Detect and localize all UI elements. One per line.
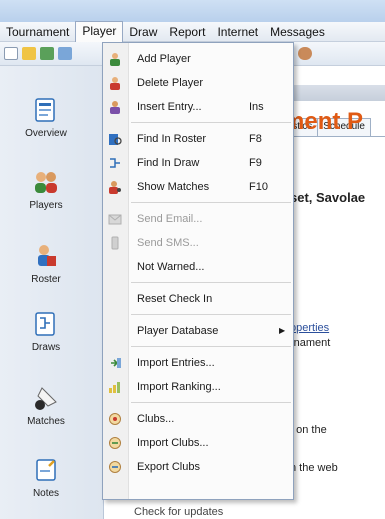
menu-draw[interactable]: Draw <box>123 22 163 42</box>
menu-item-label: Find In Draw <box>137 157 200 169</box>
menu-separator <box>131 346 291 347</box>
menu-item-label: Insert Entry... <box>137 101 202 113</box>
menu-item-clubs[interactable]: Clubs... <box>103 408 293 430</box>
menu-item-label: Import Clubs... <box>137 437 209 449</box>
menu-item-send-sms: Send SMS... <box>103 232 293 254</box>
new-document-icon[interactable] <box>4 47 18 60</box>
overview-icon <box>35 98 55 122</box>
menu-item-label: Send SMS... <box>137 237 199 249</box>
menu-item-label: Send Email... <box>137 213 203 225</box>
delete-player-icon <box>110 77 120 90</box>
menu-separator <box>131 122 291 123</box>
menu-item-label: Not Warned... <box>137 261 205 273</box>
menu-item-export-clubs[interactable]: Export Clubs <box>103 456 293 478</box>
import-clubs-icon <box>109 437 121 449</box>
menu-item-label: Import Entries... <box>137 357 215 369</box>
menu-bar: Tournament Player Draw Report Internet M… <box>0 21 385 42</box>
menu-item-player-database[interactable]: Player Database ▶ <box>103 320 293 342</box>
menu-item-insert-entry[interactable]: Insert Entry... Ins <box>103 96 293 118</box>
import-ranking-icon <box>109 382 120 393</box>
notes-icon <box>36 459 56 481</box>
sidebar-item-label: Notes <box>32 488 60 499</box>
players-toolbar-icon[interactable] <box>40 47 54 60</box>
menu-item-label: Clubs... <box>137 413 175 425</box>
menu-tournament[interactable]: Tournament <box>0 22 75 42</box>
find-draw-icon <box>110 158 120 168</box>
tournament-heading: set, Savolae <box>290 190 366 205</box>
menu-separator <box>131 314 291 315</box>
menu-item-shortcut: Ins <box>249 101 264 113</box>
menu-item-label: Delete Player <box>137 77 204 89</box>
check-updates-link[interactable]: Check for updates <box>134 506 223 518</box>
sidebar-item-label: Matches <box>27 416 65 427</box>
players-icon <box>35 172 57 193</box>
content-line: rnament <box>290 337 331 349</box>
sms-icon <box>111 236 119 250</box>
show-matches-icon <box>109 181 121 194</box>
menu-item-label: Add Player <box>137 53 191 65</box>
menu-report[interactable]: Report <box>163 22 211 42</box>
submenu-arrow-icon: ▶ <box>279 326 286 335</box>
menu-item-shortcut: F8 <box>249 133 262 145</box>
menu-item-show-matches[interactable]: Show Matches F10 <box>103 176 293 198</box>
find-roster-icon <box>109 134 122 145</box>
menu-player[interactable]: Player <box>75 21 124 42</box>
menu-item-send-email: Send Email... <box>103 208 293 230</box>
menu-separator <box>131 202 291 203</box>
menu-item-not-warned[interactable]: Not Warned... <box>103 256 293 278</box>
title-bar <box>0 0 385 22</box>
menu-item-shortcut: F9 <box>249 157 262 169</box>
menu-item-find-in-draw[interactable]: Find In Draw F9 <box>103 152 293 174</box>
sidebar: Overview Players Roster Draws Matches No… <box>0 66 104 519</box>
menu-item-import-clubs[interactable]: Import Clubs... <box>103 432 293 454</box>
roster-icon <box>38 245 56 266</box>
properties-link[interactable]: operties <box>290 322 329 334</box>
menu-item-label: Show Matches <box>137 181 210 193</box>
menu-item-import-ranking[interactable]: Import Ranking... <box>103 376 293 398</box>
menu-item-label: Export Clubs <box>137 461 200 473</box>
menu-item-reset-check-in[interactable]: Reset Check In <box>103 288 293 310</box>
sidebar-item-label: Draws <box>31 342 61 353</box>
add-player-icon <box>110 53 120 66</box>
menu-messages[interactable]: Messages <box>264 22 331 42</box>
menu-item-shortcut: F10 <box>249 181 268 193</box>
menu-item-label: Find In Roster <box>137 133 207 145</box>
menu-internet[interactable]: Internet <box>211 22 264 42</box>
sidebar-item-matches[interactable]: Matches <box>0 384 92 427</box>
menu-item-import-entries[interactable]: Import Entries... <box>103 352 293 374</box>
menu-item-delete-player[interactable]: Delete Player <box>103 72 293 94</box>
content-line: n the web <box>290 462 338 474</box>
open-folder-icon[interactable] <box>22 47 36 60</box>
menu-item-label: Reset Check In <box>137 293 213 305</box>
insert-entry-icon <box>110 101 120 114</box>
menu-separator <box>131 282 291 283</box>
email-icon <box>108 214 122 225</box>
import-entries-icon <box>111 358 121 368</box>
player-menu: Add Player Delete Player Insert Entry...… <box>102 42 294 500</box>
menu-item-label: Import Ranking... <box>137 381 221 393</box>
clubs-icon <box>109 413 121 425</box>
shuttlecock-icon <box>35 387 57 410</box>
player-search-icon[interactable] <box>298 47 312 60</box>
sidebar-item-draws[interactable]: Draws <box>0 310 92 353</box>
sidebar-item-label: Overview <box>25 128 67 139</box>
sidebar-item-overview[interactable]: Overview <box>0 96 92 139</box>
player-toolbar-icon[interactable] <box>58 47 72 60</box>
menu-item-label: Player Database <box>137 325 219 337</box>
draws-icon <box>35 312 55 336</box>
menu-separator <box>131 402 291 403</box>
sidebar-item-notes[interactable]: Notes <box>0 456 92 499</box>
sidebar-item-label: Roster <box>31 274 61 285</box>
menu-item-add-player[interactable]: Add Player <box>103 48 293 70</box>
content-line: t on the <box>290 424 327 436</box>
sidebar-item-roster[interactable]: Roster <box>0 242 92 285</box>
tournament-banner: ment P <box>283 108 364 135</box>
sidebar-item-label: Players <box>29 200 63 211</box>
sidebar-item-players[interactable]: Players <box>0 168 92 211</box>
menu-item-find-in-roster[interactable]: Find In Roster F8 <box>103 128 293 150</box>
export-clubs-icon <box>109 461 121 473</box>
